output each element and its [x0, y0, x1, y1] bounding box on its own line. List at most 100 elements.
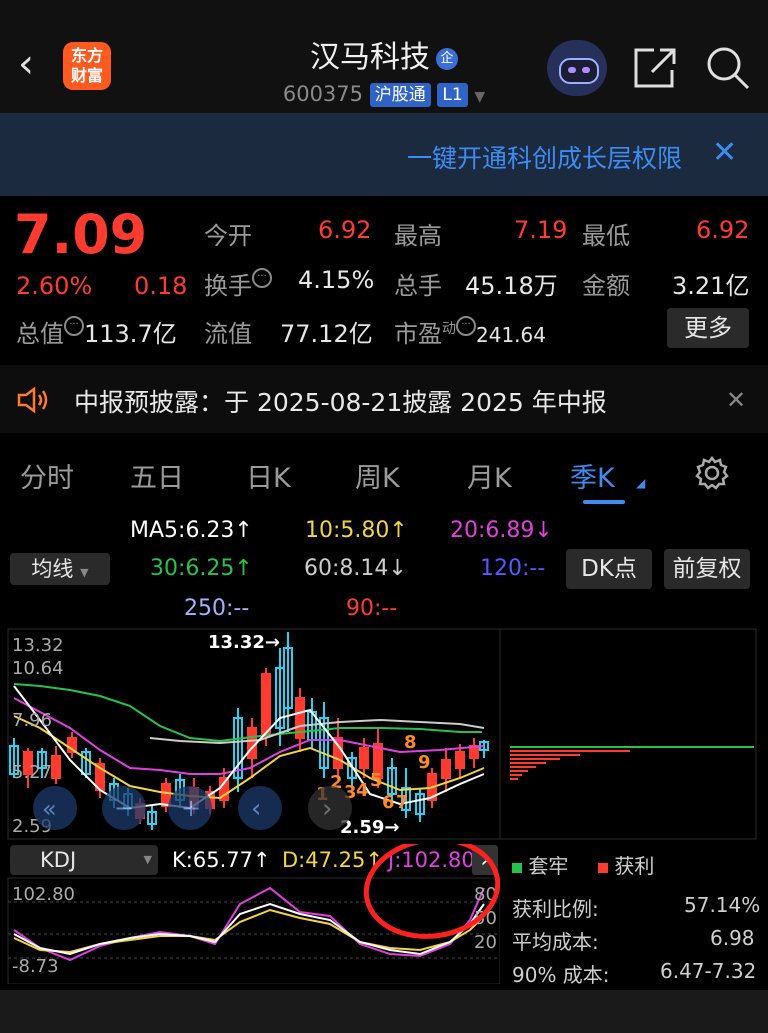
legend-profit: 获利 [598, 850, 654, 879]
plus-icon[interactable]: + [181, 794, 201, 822]
gear-icon[interactable] [694, 455, 730, 491]
dk-signal-8: 8 [404, 732, 417, 753]
caret-down-icon: ▼ [80, 566, 89, 579]
chip-distribution [510, 746, 754, 780]
ma20-value: 20:6.89↓ [450, 518, 553, 543]
double-chevron-left-icon[interactable]: « [42, 795, 57, 823]
high-marker: 13.32→ [208, 632, 280, 653]
stock-name: 汉马科技 [310, 40, 430, 75]
amount-value: 3.21亿 [672, 272, 750, 300]
level-badge: L1 [437, 83, 468, 107]
bottom-bar [0, 990, 768, 1033]
high-label: 最高 [394, 222, 442, 250]
kdj-chart[interactable]: 102.80 -8.73 80 50 20 [0, 844, 500, 984]
kdj-d-line [13, 908, 485, 954]
dk-signal-9: 9 [418, 752, 431, 773]
kdj-k-line [13, 902, 485, 956]
kline-ylabel-top: 13.32 [12, 635, 64, 656]
candle-body [441, 759, 451, 779]
ma120-value: 120:-- [480, 556, 546, 581]
volume-label: 总手 [394, 272, 442, 300]
pe-value: 241.64 [476, 323, 546, 347]
kline-ylabel-4: 5.27 [12, 762, 52, 783]
change-percent: 2.60% [16, 272, 93, 300]
assistant-robot-icon[interactable] [547, 40, 607, 96]
dk-point-button[interactable]: DK点 [566, 549, 652, 589]
more-button[interactable]: 更多 [667, 308, 749, 348]
turnover-label: 换手 [204, 272, 252, 300]
close-icon[interactable]: ✕ [726, 386, 746, 414]
kline-ylabel-2: 10.64 [12, 658, 64, 679]
float-value: 77.12亿 [280, 320, 373, 348]
info-icon[interactable]: ··· [64, 316, 84, 336]
tab-monthly-k[interactable]: 月K [467, 456, 512, 495]
ma5-value: MA5:6.23↑ [130, 518, 253, 543]
low-marker: 2.59→ [340, 817, 400, 838]
dk-signal-5: 5 [370, 770, 383, 791]
tab-intraday[interactable]: 分时 [20, 456, 74, 495]
minus-icon[interactable]: − [114, 794, 134, 822]
turnover-row: 换手 ··· [204, 266, 272, 301]
mktcap-row: 总值 ··· 113.7亿 [16, 314, 177, 349]
kdj-frame [7, 877, 500, 984]
forward-adjust-button[interactable]: 前复权 [664, 549, 750, 589]
hgt-badge: 沪股通 [369, 83, 431, 107]
chevron-right-icon[interactable]: › [322, 794, 332, 824]
tab-daily-k[interactable]: 日K [246, 456, 291, 495]
stock-code: 600375 [282, 82, 364, 106]
info-icon[interactable]: ··· [252, 268, 272, 288]
tab-quarterly-k[interactable]: 季K [570, 456, 615, 495]
share-icon[interactable] [632, 46, 678, 90]
kdj-ylabel-top: 102.80 [12, 884, 75, 905]
chart-nav-buttons: « − + ‹ › [33, 786, 352, 830]
candle-body [247, 727, 257, 759]
kline-chart[interactable]: 13.32 10.64 7.96 5.27 2.59 13.32→ 2.59→ … [0, 628, 768, 840]
dk-signal-6: 6 [382, 792, 395, 813]
legend-trapped-label: 套牢 [528, 854, 569, 878]
corner-triangle-icon: ◢ [636, 476, 646, 490]
ma250-value: 250:-- [184, 596, 250, 621]
search-icon[interactable] [704, 44, 752, 92]
ma60-value: 60:8.14↓ [304, 556, 407, 581]
low-label: 最低 [582, 222, 630, 250]
active-tab-underline [583, 500, 625, 504]
mktcap-label: 总值 [16, 320, 64, 348]
legend-trapped: 套牢 [512, 850, 568, 879]
pe-sup: 动 [442, 321, 456, 337]
tab-five-day[interactable]: 五日 [130, 456, 184, 495]
dk-signal-4: 4 [356, 780, 369, 801]
kdj-ylabel-bottom: -8.73 [12, 956, 59, 977]
avg-cost-value: 6.98 [710, 926, 755, 950]
profit-ratio-label: 获利比例: [512, 897, 599, 921]
ma10-value: 10:5.80↑ [305, 518, 408, 543]
dk-signal-7: 7 [396, 792, 409, 813]
cost90-value: 6.47-7.32 [660, 959, 757, 983]
volume-value: 45.18万 [465, 272, 558, 300]
tab-weekly-k[interactable]: 周K [355, 456, 400, 495]
ma-select[interactable]: 均线 ▼ [10, 553, 110, 585]
amount-label: 金额 [582, 272, 630, 300]
last-price: 7.09 [14, 203, 148, 266]
profit-ratio-value: 57.14% [684, 893, 761, 917]
high-value: 7.19 [514, 216, 568, 244]
open-label: 今开 [204, 222, 252, 250]
float-label: 流值 [204, 320, 252, 348]
candle-body [51, 755, 61, 779]
caret-down-icon: ▼ [474, 89, 486, 105]
pe-label: 市盈 [394, 320, 442, 348]
notice-text[interactable]: 中报预披露：于 2025-08-21披露 2025 年中报 [74, 383, 607, 419]
kline-ylabel-3: 7.96 [12, 710, 52, 731]
candle-body [359, 747, 369, 769]
candle-body [261, 673, 271, 737]
close-icon[interactable]: ✕ [712, 135, 737, 170]
ma30-value: 30:6.25↑ [150, 556, 253, 581]
kdj-level-20: 20 [474, 932, 497, 953]
change-amount: 0.18 [134, 272, 188, 300]
enterprise-badge: 企 [436, 47, 458, 70]
speaker-icon [17, 386, 48, 414]
low-value: 6.92 [696, 216, 750, 244]
info-icon[interactable]: ··· [456, 316, 476, 336]
candle-body [455, 751, 465, 769]
promo-banner-text[interactable]: 一键开通科创成长层权限 [407, 139, 682, 175]
chevron-left-icon[interactable]: ‹ [251, 794, 261, 824]
